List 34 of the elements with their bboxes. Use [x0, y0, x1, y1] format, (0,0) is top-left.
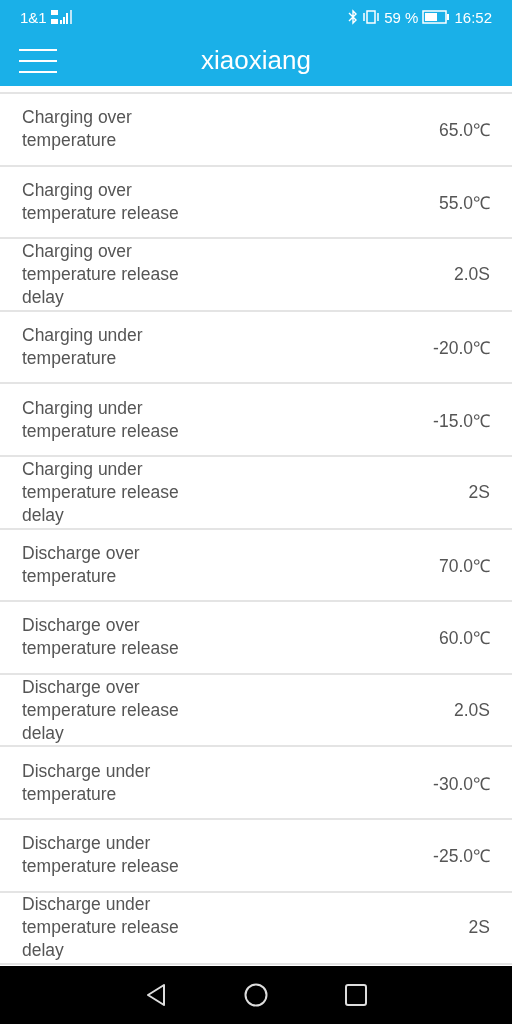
setting-value: -30.0℃ — [433, 772, 490, 795]
setting-label: Discharge under temperature release — [22, 832, 180, 879]
setting-value: 2S — [468, 917, 490, 939]
setting-label: Discharge under temperature release delay — [22, 893, 180, 963]
setting-value: 2.0S — [454, 699, 490, 721]
setting-value: -15.0℃ — [433, 409, 490, 432]
home-button[interactable] — [242, 981, 270, 1009]
setting-value: 60.0℃ — [438, 627, 490, 650]
battery-icon — [422, 10, 451, 24]
setting-value: 2S — [468, 481, 490, 503]
setting-label: Charging under temperature — [22, 324, 144, 371]
setting-value: 55.0℃ — [438, 191, 490, 214]
setting-label: Discharge under temperature — [22, 759, 152, 806]
carrier-name: 1&1 — [20, 8, 47, 26]
setting-value: 2.0S — [454, 264, 490, 285]
setting-label: Discharge over temperature — [22, 541, 141, 588]
setting-value: -20.0℃ — [433, 337, 490, 360]
setting-label: Charging over temperature release delay — [22, 240, 180, 309]
setting-value: 70.0℃ — [438, 554, 490, 577]
setting-label: Charging under temperature release — [22, 396, 180, 443]
setting-label: Discharge over temperature release delay — [22, 675, 180, 745]
setting-label: Discharge over temperature release — [22, 614, 180, 661]
setting-label: Charging under temperature release delay — [22, 457, 180, 527]
setting-label: Charging over temperature release — [22, 178, 180, 225]
signal-icon — [50, 10, 73, 24]
recents-button[interactable] — [342, 981, 370, 1009]
app-title: xiaoxiang — [201, 44, 311, 76]
setting-value: 65.0℃ — [438, 119, 490, 142]
bluetooth-icon — [348, 9, 359, 25]
clock-time: 16:52 — [454, 8, 492, 26]
battery-percent: 59 % — [384, 8, 419, 26]
setting-value: -25.0℃ — [433, 845, 490, 868]
vibrate-icon — [362, 10, 381, 24]
setting-label: Charging over temperature — [22, 106, 133, 153]
